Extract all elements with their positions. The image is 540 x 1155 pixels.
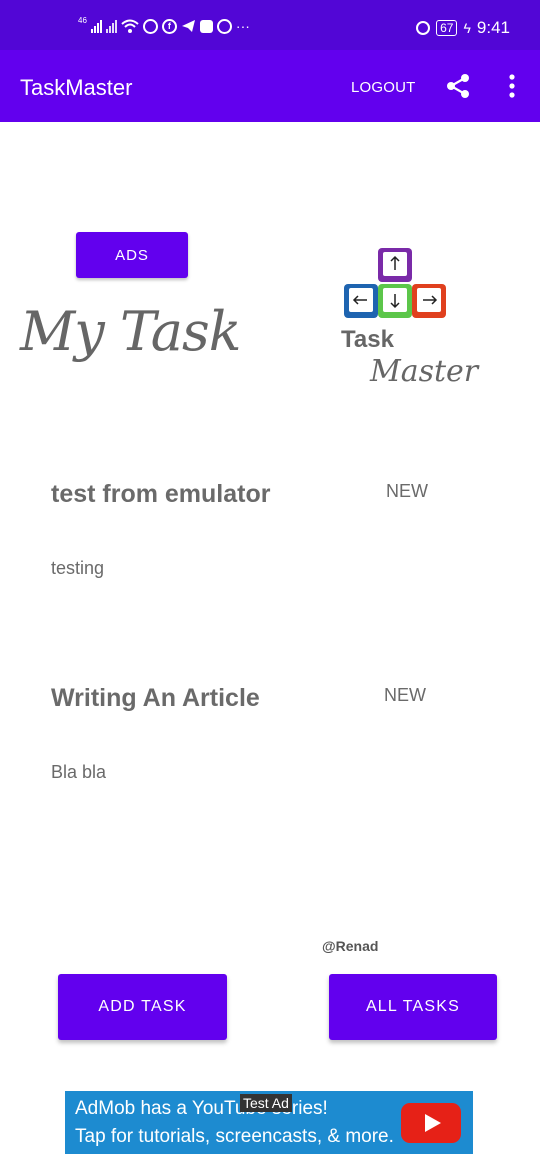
app-title: TaskMaster (20, 75, 133, 100)
status-right-icons: 67 ϟ 9:41 (416, 18, 510, 38)
youtube-icon (401, 1103, 461, 1143)
test-ad-label: Test Ad (240, 1094, 292, 1112)
task-body: testing (51, 558, 105, 578)
my-task-heading: My Task (20, 300, 241, 363)
app-icon (199, 19, 213, 33)
more-notifications: ··· (235, 18, 250, 34)
network-type: 46 (78, 15, 87, 25)
signal-icon (90, 19, 102, 33)
alarm-icon (416, 21, 431, 35)
task-state: NEW (386, 481, 428, 501)
more-vert-icon[interactable] (502, 72, 522, 100)
share-icon[interactable] (444, 72, 472, 100)
task-title[interactable]: test from emulator (51, 480, 270, 509)
app-bar: TaskMaster LOGOUT (0, 50, 540, 122)
task-title[interactable]: Writing An Article (51, 684, 260, 713)
credit-text: @Renad (322, 938, 379, 954)
add-task-button[interactable]: ADD TASK (58, 974, 227, 1040)
wifi-icon (121, 19, 139, 33)
task-state: NEW (384, 685, 426, 705)
ad-subline: Tap for tutorials, screencasts, & more. (75, 1126, 394, 1147)
signal-icon (105, 19, 117, 33)
ads-button[interactable]: ADS (76, 232, 188, 278)
status-bar: 46 f ··· 67 ϟ 9:41 (0, 0, 540, 50)
status-left-icons: 46 f ··· (78, 15, 250, 35)
logo-text-master: Master (370, 354, 479, 389)
battery-level: 67 (436, 20, 458, 36)
telegram-icon (181, 20, 195, 32)
facebook-icon: f (161, 18, 177, 34)
task-body: Bla bla (51, 762, 107, 782)
status-time: 9:41 (476, 18, 510, 37)
logo-text-task: Task (341, 326, 394, 353)
all-tasks-button[interactable]: ALL TASKS (329, 974, 497, 1040)
messenger-icon (216, 18, 232, 34)
logout-button[interactable]: LOGOUT (351, 79, 416, 96)
charging-icon: ϟ (463, 20, 471, 36)
whatsapp-icon (142, 18, 158, 34)
